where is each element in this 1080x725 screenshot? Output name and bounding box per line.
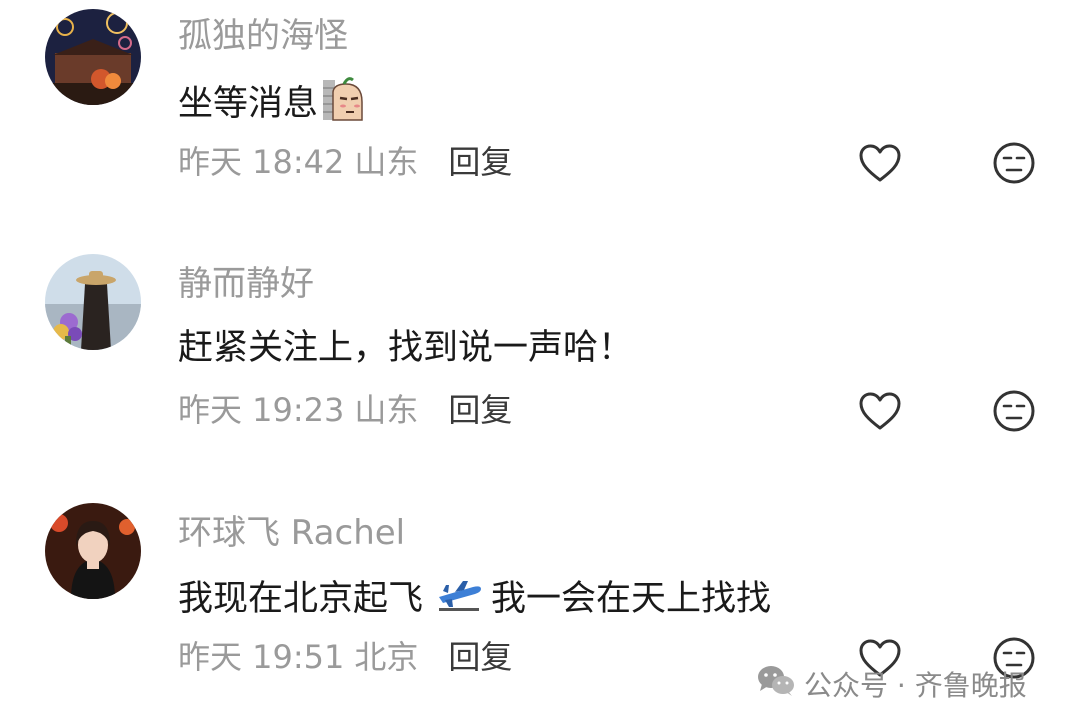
comment-list: 孤独的海怪 坐等消息 昨天 18:42 山东 回复 静而静好 赶紧关注上，找到说… bbox=[0, 0, 1080, 725]
reply-button[interactable]: 回复 bbox=[448, 390, 512, 430]
comment-location: 山东 bbox=[354, 391, 419, 429]
comment-text: 坐等消息 bbox=[178, 74, 366, 133]
comment-text: 我现在北京起飞 我一会在天上找找 bbox=[178, 573, 771, 624]
username[interactable]: 环球飞 Rachel bbox=[178, 513, 405, 553]
comment-text-before: 我现在北京起飞 bbox=[178, 578, 424, 619]
watermark: 公众号 · 齐鲁晚报 bbox=[756, 662, 1027, 706]
comment-location: 山东 bbox=[354, 143, 419, 181]
heart-icon[interactable] bbox=[858, 391, 902, 431]
wechat-icon bbox=[756, 664, 796, 705]
username[interactable]: 孤独的海怪 bbox=[178, 16, 348, 56]
comment-meta: 昨天 19:23 山东 回复 bbox=[178, 390, 512, 430]
comment-time: 昨天 18:42 bbox=[178, 143, 345, 181]
comment-text-body: 坐等消息 bbox=[178, 83, 319, 124]
comment-time: 昨天 19:51 bbox=[178, 638, 345, 676]
avatar[interactable] bbox=[45, 254, 141, 350]
neutral-face-icon[interactable] bbox=[992, 389, 1036, 433]
heart-icon[interactable] bbox=[858, 143, 902, 183]
reply-button[interactable]: 回复 bbox=[448, 637, 512, 677]
comment-time: 昨天 19:23 bbox=[178, 391, 345, 429]
avatar[interactable] bbox=[45, 503, 141, 599]
sticker-emoji bbox=[320, 74, 366, 133]
comment-text-body: 赶紧关注上，找到说一声哈！ bbox=[178, 328, 634, 368]
comment-meta: 昨天 18:42 山东 回复 bbox=[178, 142, 512, 182]
comment-item: 静而静好 赶紧关注上，找到说一声哈！ 昨天 19:23 山东 回复 bbox=[0, 248, 1080, 488]
username[interactable]: 静而静好 bbox=[178, 264, 314, 304]
comment-meta: 昨天 19:51 北京 回复 bbox=[178, 637, 512, 677]
reply-button[interactable]: 回复 bbox=[448, 142, 512, 182]
comment-text: 赶紧关注上，找到说一声哈！ bbox=[178, 326, 633, 370]
watermark-text: 公众号 · 齐鲁晚报 bbox=[804, 669, 1027, 702]
avatar[interactable] bbox=[45, 9, 141, 105]
neutral-face-icon[interactable] bbox=[992, 141, 1036, 185]
airplane-emoji bbox=[437, 573, 483, 624]
comment-text-after: 我一会在天上找找 bbox=[491, 578, 772, 619]
comment-item: 孤独的海怪 坐等消息 昨天 18:42 山东 回复 bbox=[0, 0, 1080, 240]
comment-location: 北京 bbox=[354, 638, 419, 676]
